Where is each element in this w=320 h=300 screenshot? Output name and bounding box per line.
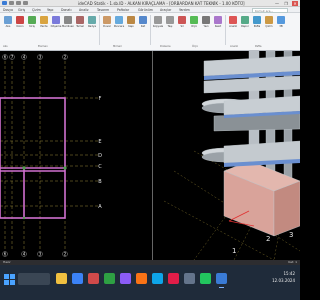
axis-label: 3 [289, 231, 293, 239]
column-node [22, 166, 26, 170]
window-controls: — ❐ ✕ [274, 0, 298, 7]
door-icon [127, 16, 135, 24]
ribbon-button-raft[interactable]: Radye [86, 15, 98, 33]
plan-viewport[interactable]: 6 7 4 3 2 F E D C B A 6 4 3 2 [0, 51, 153, 260]
axis-label: E [98, 139, 101, 145]
masonry-icon [103, 16, 111, 24]
clock-time[interactable]: 15:42 [283, 271, 295, 277]
file-explorer-icon[interactable] [56, 273, 67, 284]
group-label: Düzenle [160, 45, 171, 48]
move-icon [166, 16, 174, 24]
axis-label: 3 [39, 252, 42, 257]
3d-viewport[interactable]: 1 2 3 [154, 50, 300, 261]
window-icon [115, 16, 123, 24]
minimize-button[interactable]: — [274, 1, 280, 6]
active-app-indicator [219, 287, 224, 288]
column-icon [16, 16, 24, 24]
cube-icon [277, 16, 285, 24]
drawing-icon [265, 16, 273, 24]
column-node [22, 216, 26, 220]
save-icon[interactable] [9, 1, 14, 5]
copy-icon [154, 16, 162, 24]
report-icon [241, 16, 249, 24]
close-button[interactable]: ✕ [292, 1, 298, 6]
axis-label: F [99, 96, 102, 102]
group-label: Mimari [113, 45, 122, 48]
ribbon-button-3d[interactable]: 3B [275, 15, 287, 33]
app-icon[interactable] [200, 273, 211, 284]
app-logo-icon [2, 1, 7, 5]
section-icon [214, 16, 222, 24]
group-label: Aks [3, 45, 8, 48]
undo-icon[interactable] [16, 1, 21, 5]
maximize-button[interactable]: ❐ [283, 1, 289, 6]
axis-label: D [98, 153, 102, 159]
ribbon-toolbar: Aks Kolon Kiriş Perde Döşeme Merdiven Te… [0, 13, 300, 51]
plan-drawing[interactable]: 6 7 4 3 2 F E D C B A 6 4 3 2 [0, 51, 153, 260]
app-icon[interactable] [168, 273, 179, 284]
axis-label: 2 [266, 235, 270, 243]
axis-label: B [98, 179, 102, 185]
title-bar: ideCAD Statik - 1.sb.ID - ALKAN KIRAÇLAM… [0, 0, 300, 7]
foundation-icon [76, 16, 84, 24]
window-title: ideCAD Statik - 1.sb.ID - ALKAN KIRAÇLAM… [78, 1, 245, 6]
app-icon[interactable] [104, 273, 115, 284]
app-window: ideCAD Statik - 1.sb.ID - ALKAN KIRAÇLAM… [0, 0, 300, 300]
app-icon[interactable] [120, 273, 131, 284]
beam-icon [28, 16, 36, 24]
axis-label: 1 [232, 247, 236, 255]
axis-icon [4, 16, 12, 24]
axis-label: 6 [4, 55, 7, 60]
taskbar-search-input[interactable] [18, 273, 50, 285]
app-icon[interactable] [152, 273, 163, 284]
group-label: Pafta [255, 45, 262, 48]
slab-icon [52, 16, 60, 24]
raft-icon [88, 16, 96, 24]
edge-browser-icon[interactable] [72, 273, 83, 284]
axis-label: 2 [64, 252, 67, 257]
app-icon[interactable] [88, 273, 99, 284]
axis-label: C [98, 164, 102, 170]
redo-icon[interactable] [23, 1, 28, 5]
storey-icon [139, 16, 147, 24]
beam-outline [0, 97, 66, 219]
app-icon[interactable] [136, 273, 147, 284]
idecad-app-icon[interactable] [216, 273, 227, 284]
delete-icon [178, 16, 186, 24]
text-icon [202, 16, 210, 24]
axis-label: 6 [4, 252, 7, 257]
group-label: Analiz [230, 45, 238, 48]
axis-label: 7 [11, 55, 14, 60]
axis-label: 4 [23, 55, 26, 60]
3d-model[interactable]: 1 2 3 [154, 50, 300, 261]
taskbar: 15:42 12.03.2024 [0, 265, 300, 300]
windows-start-icon[interactable] [4, 274, 15, 285]
group-label: Ölçü [192, 45, 198, 48]
axis-label: 4 [23, 252, 26, 257]
sheet-icon [253, 16, 261, 24]
axis-label: 3 [39, 55, 42, 60]
column-node [63, 166, 67, 170]
group-label: Eleman [38, 45, 48, 48]
dimension-icon [190, 16, 198, 24]
clock-date[interactable]: 12.03.2024 [272, 278, 295, 284]
ribbon-button-section[interactable]: Kesit [212, 15, 224, 33]
app-icon[interactable] [184, 273, 195, 284]
stairs-icon [64, 16, 72, 24]
axis-label: A [98, 204, 102, 210]
analysis-icon [229, 16, 237, 24]
ribbon-button-storey[interactable]: Kat [137, 15, 149, 33]
wall-icon [40, 16, 48, 24]
axis-label: 2 [64, 55, 67, 60]
